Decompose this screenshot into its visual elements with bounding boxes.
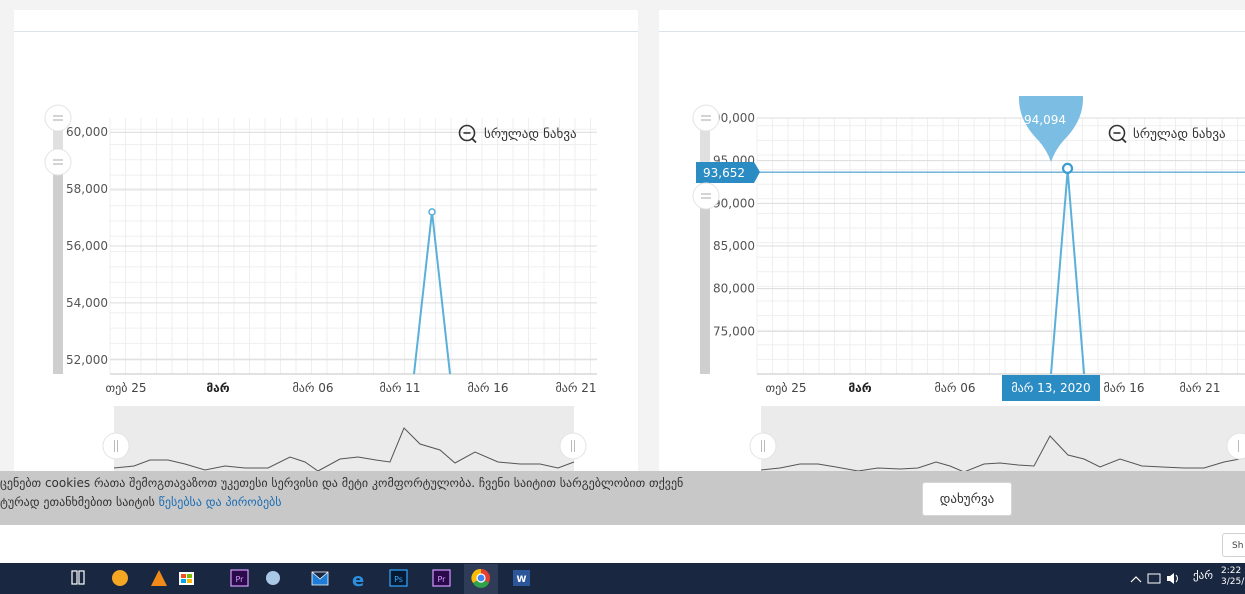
navigator[interactable] <box>749 406 1245 473</box>
y-scroll-handle-bottom[interactable] <box>44 148 72 176</box>
y-tick-label: 56,000 <box>66 239 108 253</box>
reset-zoom-label: სრულად ნახვა <box>484 127 577 142</box>
x-tick-label: მარ 21 <box>556 381 597 395</box>
x-tick-label: თებ 25 <box>106 381 147 395</box>
x-tick-label: მარ 21 <box>1180 381 1221 395</box>
cookie-close-button[interactable]: დახურვა <box>922 482 1012 516</box>
plot-grid <box>756 117 1245 375</box>
reset-zoom-button[interactable]: სრულად ნახვა <box>458 124 577 144</box>
navigator-range <box>761 406 1245 471</box>
y-axis: 100,00095,00090,00085,00080,00075,000 <box>705 111 755 338</box>
x-tick-label: მარ 06 <box>935 381 976 395</box>
crosshair-y-value: 93,652 <box>703 166 745 180</box>
y-tick-label: 80,000 <box>713 282 755 296</box>
page-footer-strip <box>0 525 1245 563</box>
crosshair-x-value: მარ 13, 2020 <box>1011 381 1090 395</box>
tooltip-value: 94,094 <box>1024 113 1066 127</box>
x-tick-label: მარ <box>848 381 871 395</box>
y-scroll-handle-top[interactable] <box>692 104 720 132</box>
x-axis: თებ 25მარმარ 06მარ 11მარ 16მარ 21 <box>766 381 1221 395</box>
y-tick-label: 54,000 <box>66 296 108 310</box>
value-tooltip: 94,094 <box>1018 96 1084 162</box>
y-tick-label: 75,000 <box>713 324 755 338</box>
x-axis: თებ 25 მარ მარ 06 მარ 11 მარ 16 მარ 21 <box>106 381 597 395</box>
navigator-handle-left[interactable] <box>102 432 130 460</box>
peak-marker[interactable] <box>1061 162 1074 174</box>
navigator-range <box>114 406 574 471</box>
x-tick-label: მარ 16 <box>468 381 509 395</box>
y-axis: 60,000 58,000 56,000 54,000 52,000 <box>66 125 108 367</box>
x-tick-label: მარ 16 <box>1104 381 1145 395</box>
y-tick-label: 52,000 <box>66 353 108 367</box>
left-chart: 60,000 58,000 56,000 54,000 52,000 თებ 25 მარ… <box>44 104 597 472</box>
reset-zoom-label: სრულად ნახვა <box>1133 127 1226 142</box>
x-tick-label: მარ 11 <box>380 381 421 395</box>
cookie-line-2: ტურად ეთანხმებით საიტის წესებსა და პირობ… <box>0 493 870 512</box>
y-tick-label: 60,000 <box>66 125 108 139</box>
clock-time: 2:22 <box>1221 566 1242 576</box>
cookie-line-1: ცენებთ cookies რათა შემოგთავაზოთ უკეთესი… <box>0 476 684 490</box>
x-tick-label: მარ 06 <box>293 381 334 395</box>
y-scroll-handle-bottom[interactable] <box>692 182 720 210</box>
windows-taskbar <box>0 563 1245 594</box>
y-scrollbar-thumb[interactable] <box>53 162 63 374</box>
cookie-message: ცენებთ cookies რათა შემოგთავაზოთ უკეთესი… <box>0 474 870 512</box>
show-button[interactable]: Sh <box>1222 533 1245 557</box>
language-indicator[interactable]: ქარ <box>1193 569 1213 582</box>
crosshair-y-label: 93,652 <box>696 162 760 183</box>
navigator-handle-right[interactable] <box>559 432 587 460</box>
crosshair-x-label: მარ 13, 2020 <box>1002 375 1100 401</box>
plot-grid <box>109 118 597 375</box>
y-tick-label: 85,000 <box>713 239 755 253</box>
y-tick-label: 58,000 <box>66 182 108 196</box>
taskbar-clock[interactable]: 2:22 3/25/ <box>1221 566 1244 588</box>
navigator-handle-left[interactable] <box>749 432 777 460</box>
y-tick-label: 90,000 <box>713 196 755 210</box>
cookie-line-2-text: ტურად ეთანხმებით საიტის <box>0 495 159 509</box>
clock-date: 3/25/ <box>1221 577 1245 587</box>
y-scrollbar-thumb[interactable] <box>700 196 710 374</box>
x-tick-label: მარ <box>206 381 229 395</box>
peak-marker[interactable] <box>428 208 436 216</box>
right-chart: 100,00095,00090,00085,00080,00075,000 თე… <box>692 96 1245 473</box>
x-tick-label: თებ 25 <box>766 381 807 395</box>
y-scroll-handle-top[interactable] <box>44 104 72 132</box>
navigator[interactable] <box>102 406 587 472</box>
terms-link[interactable]: წესებსა და პირობებს <box>159 495 282 509</box>
